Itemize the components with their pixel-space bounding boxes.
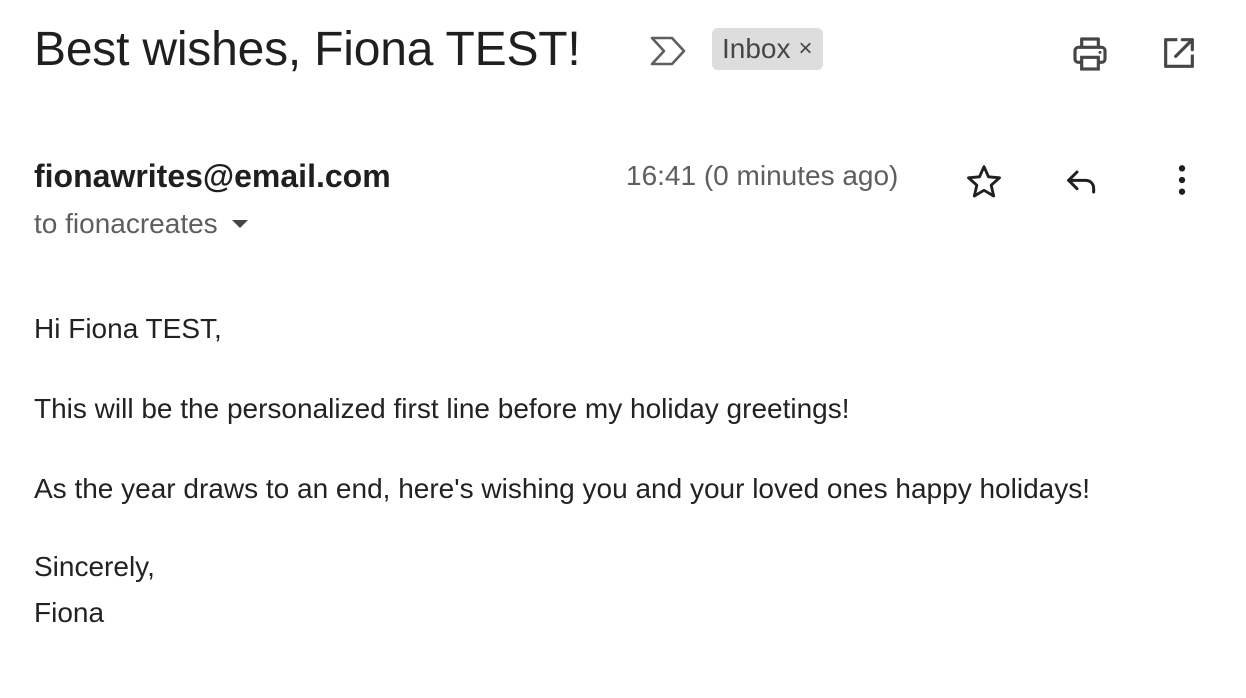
body-first-line: This will be the personalized first line… (34, 393, 850, 424)
open-in-new-window-icon (1164, 38, 1194, 68)
label-chip-text: Inbox (722, 33, 791, 64)
sender-address[interactable]: fionawrites@email.com (34, 158, 391, 195)
body-signature: Fiona (34, 597, 105, 628)
print-icon (1073, 37, 1107, 71)
open-in-new-window-button[interactable] (1156, 30, 1202, 76)
reply-icon (1067, 170, 1096, 194)
reply-button[interactable] (1060, 160, 1104, 204)
caret-down-icon (231, 220, 248, 228)
star-button[interactable] (962, 160, 1006, 204)
body-paragraph: As the year draws to an end, here's wish… (34, 473, 1090, 504)
recipient-text: to fionacreates (34, 208, 218, 239)
email-subject: Best wishes, Fiona TEST! (34, 23, 581, 76)
star-icon (967, 165, 1001, 198)
inbox-label-chip[interactable]: Inbox × (712, 28, 823, 70)
print-button[interactable] (1068, 32, 1112, 76)
body-closing: Sincerely, (34, 551, 155, 582)
remove-label-button[interactable]: × (799, 35, 813, 63)
email-header: Best wishes, Fiona TEST! Inbox × (34, 18, 1214, 82)
importance-marker-icon[interactable] (646, 34, 690, 68)
email-body: Hi Fiona TEST, This will be the personal… (34, 306, 1194, 636)
body-greeting: Hi Fiona TEST, (34, 313, 222, 344)
more-options-button[interactable] (1160, 158, 1204, 202)
recipient-details-toggle[interactable]: to fionacreates (34, 208, 248, 240)
more-vertical-icon (1178, 165, 1186, 195)
sent-time: 16:41 (0 minutes ago) (626, 160, 899, 191)
